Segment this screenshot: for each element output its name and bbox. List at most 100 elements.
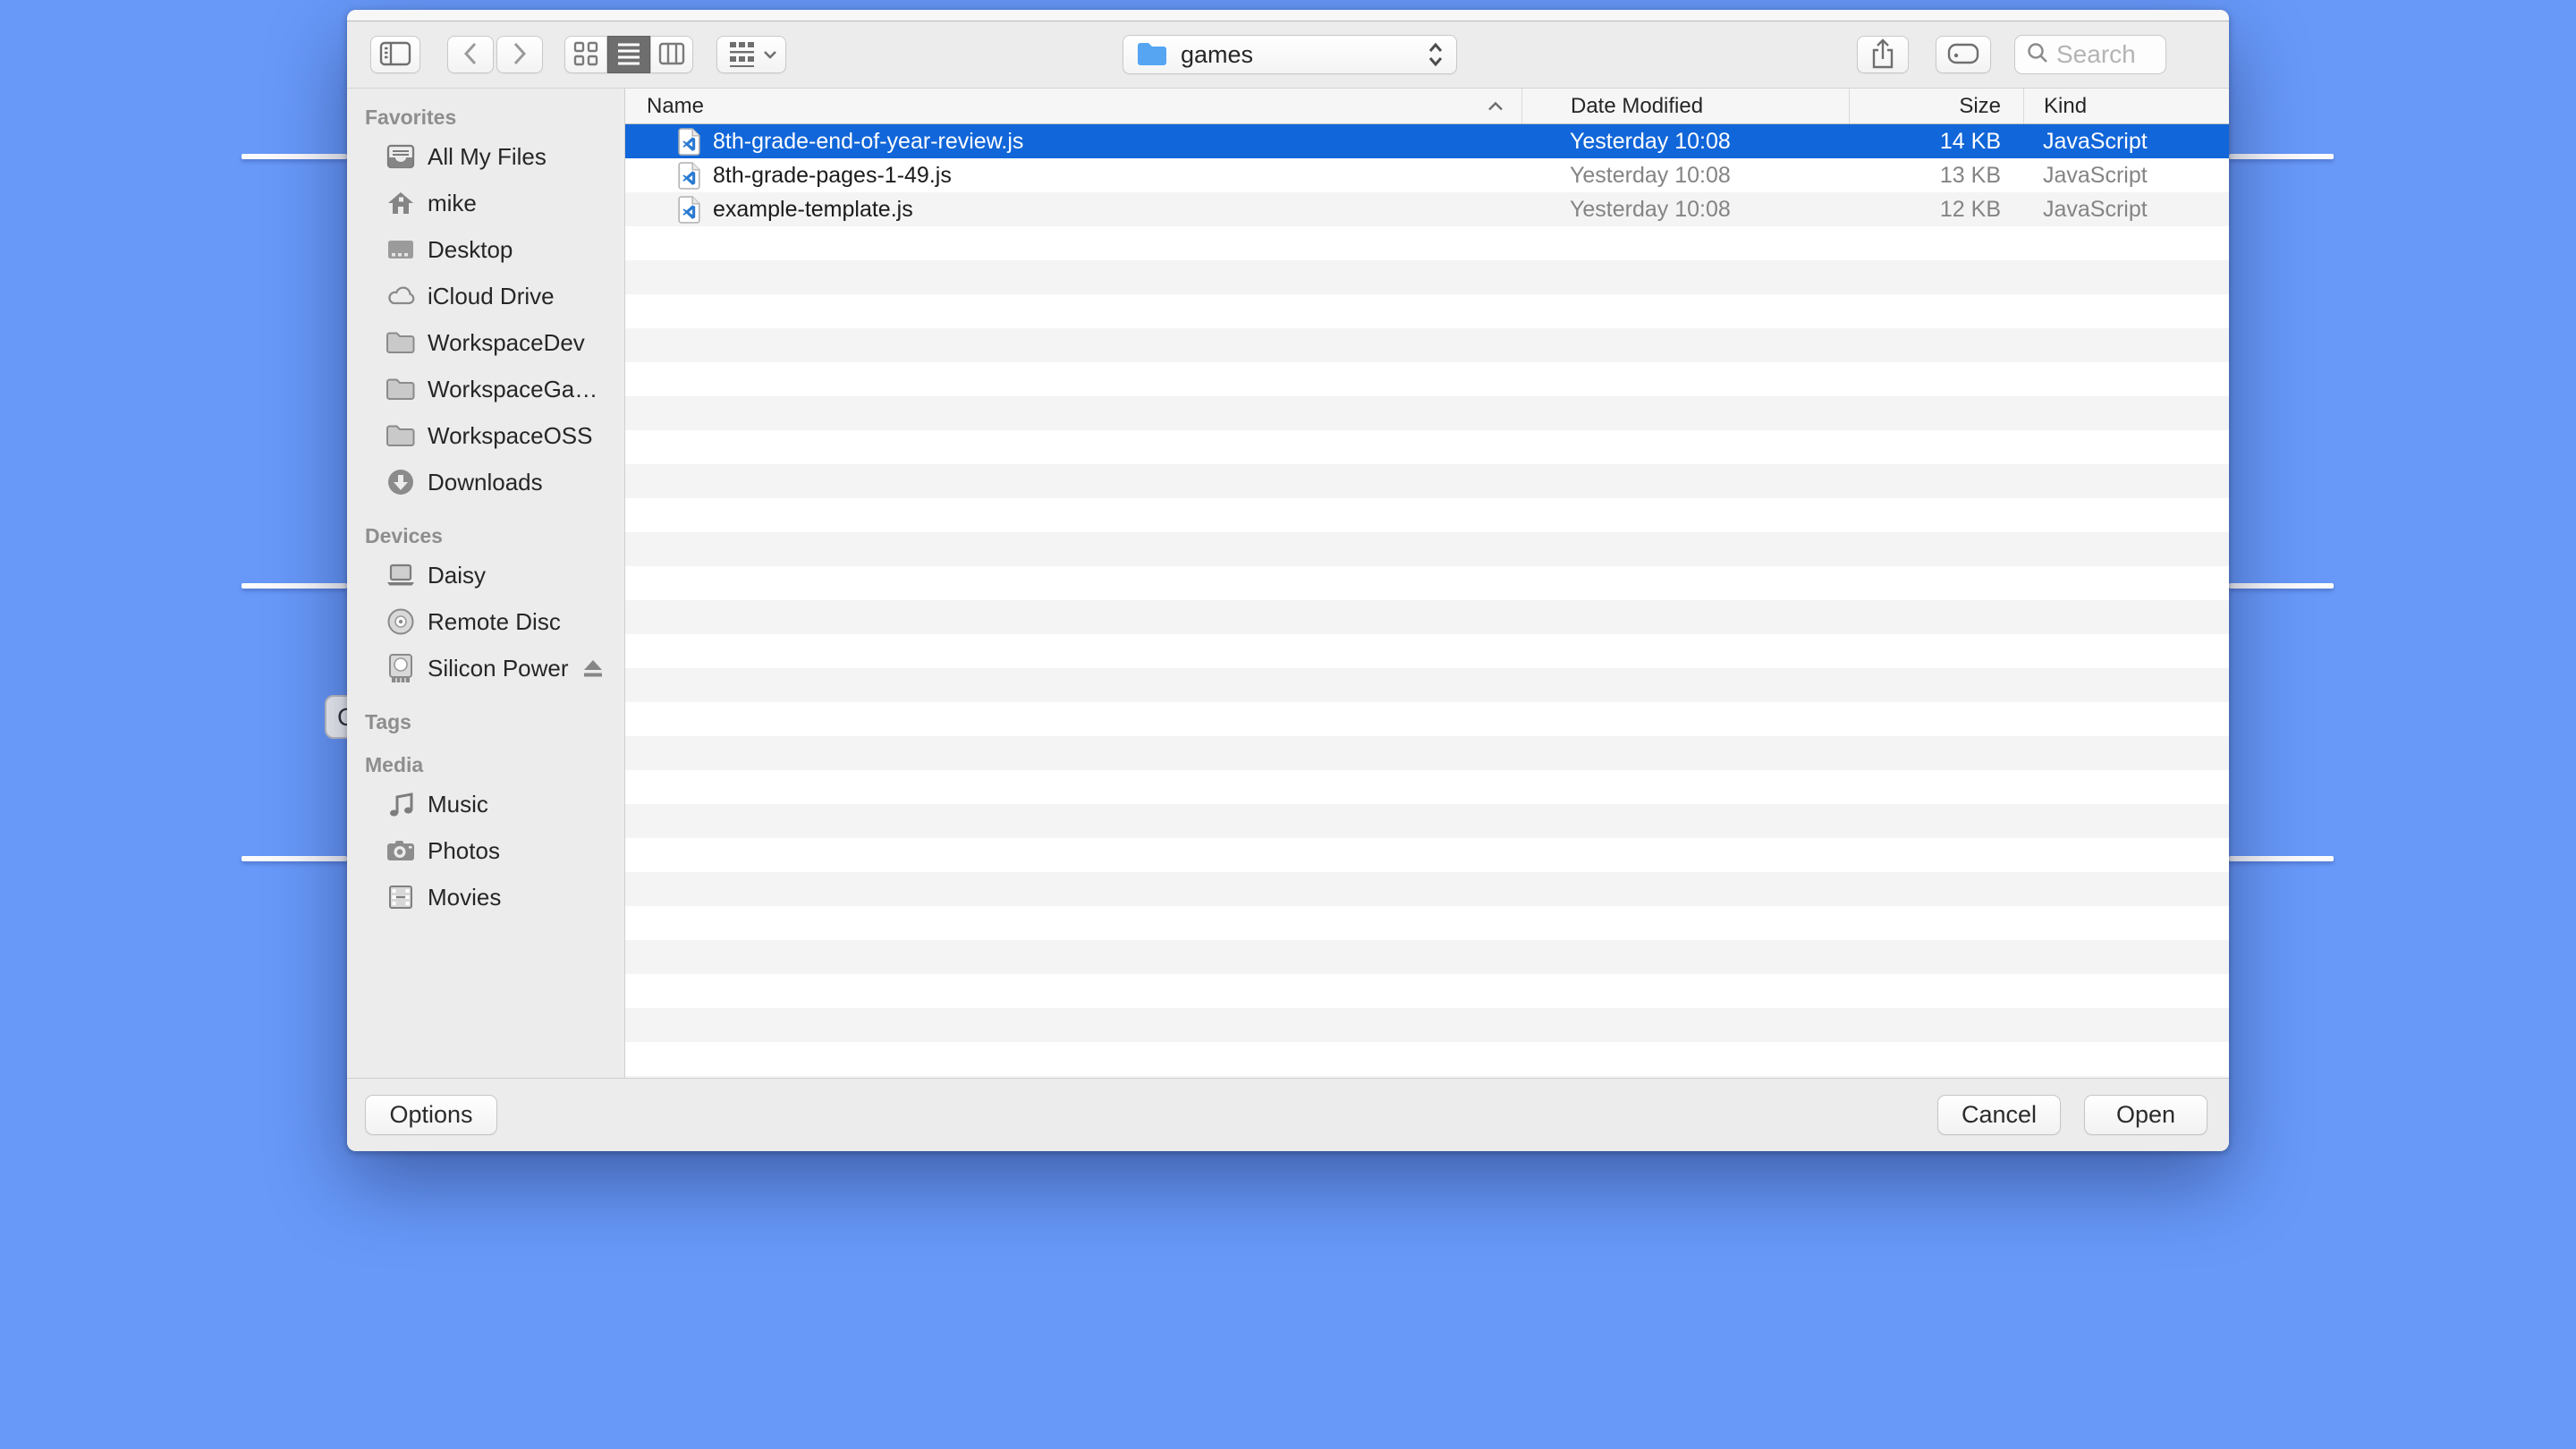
sidebar-item-remote-disc[interactable]: Remote Disc [347,598,624,645]
javascript-file-icon [677,195,701,225]
javascript-file-icon [677,127,701,157]
tag-icon [1947,43,1979,67]
grid-icon [573,41,598,69]
item-arrangement-icon [726,40,757,70]
dialog-titlebar [347,10,2229,21]
popup-chevrons-icon [1428,42,1444,67]
sidebar-item-workspacega[interactable]: WorkspaceGa… [347,366,624,412]
file-list: Name Date Modified Size Kind 8th-grade-e… [625,89,2229,1078]
tag-button[interactable] [1936,36,1991,73]
laptop-icon [385,559,417,591]
file-row[interactable]: 8th-grade-pages-1-49.js Yesterday 10:08 … [625,158,2229,192]
file-date: Yesterday 10:08 [1570,196,1731,222]
sidebar-item-icloud-drive[interactable]: iCloud Drive [347,273,624,319]
sidebar-item-photos[interactable]: Photos [347,827,624,874]
dialog-footer: Options Cancel Open [347,1078,2229,1151]
javascript-file-icon [677,161,701,191]
disc-icon [385,606,417,638]
desktop-line [2229,583,2334,589]
file-kind: JavaScript [2043,128,2148,154]
magnifier-icon [2026,41,2049,69]
sidebar-toggle-button[interactable] [370,36,420,73]
sidebar-item-label: WorkspaceOSS [428,421,593,449]
sidebar-item-home[interactable]: mike [347,180,624,226]
icon-view-button[interactable] [564,36,607,73]
desktop-line [242,583,347,589]
sidebar-item-label: Downloads [428,468,543,496]
external-drive-icon [385,652,417,684]
item-arrangement-button[interactable] [716,36,786,73]
sidebar-item-downloads[interactable]: Downloads [347,459,624,505]
dialog-content: Favorites All My Files mike Desktop iClo… [347,89,2229,1078]
download-circle-icon [385,466,417,498]
sidebar-item-all-my-files[interactable]: All My Files [347,133,624,180]
folder-icon [1136,40,1168,70]
sidebar-item-workspacedev[interactable]: WorkspaceDev [347,319,624,366]
options-button[interactable]: Options [365,1095,497,1135]
column-header-size[interactable]: Size [1849,89,2023,123]
chevron-down-icon [763,48,777,62]
sidebar-toggle-icon [379,41,411,69]
chevron-left-icon [462,40,479,70]
back-button[interactable] [447,36,494,73]
cancel-button[interactable]: Cancel [1937,1095,2061,1135]
file-size: 13 KB [1939,162,2001,188]
toolbar-right-group [1857,35,2166,74]
file-size: 12 KB [1939,196,2001,222]
sidebar-section-media: Media [365,753,424,776]
list-view-button[interactable] [607,36,650,73]
nav-buttons [447,36,543,73]
view-mode-segmented-control [564,36,693,73]
file-name: 8th-grade-pages-1-49.js [713,162,952,188]
sidebar-item-label: Desktop [428,235,513,263]
sidebar-item-workspaceoss[interactable]: WorkspaceOSS [347,412,624,459]
sidebar-item-silicon-power[interactable]: Silicon Power [347,645,624,691]
file-kind: JavaScript [2043,162,2148,188]
file-row[interactable]: 8th-grade-end-of-year-review.js Yesterda… [625,124,2229,158]
folder-icon [385,326,417,359]
sidebar: Favorites All My Files mike Desktop iClo… [347,89,625,1078]
eject-icon[interactable] [581,657,605,679]
search-input[interactable] [2056,40,2155,69]
open-file-dialog: games Search Favorites All My Files mike… [347,10,2229,1151]
sidebar-item-desktop[interactable]: Desktop [347,226,624,273]
sidebar-item-label: Silicon Power [428,654,569,682]
sidebar-item-music[interactable]: Music [347,781,624,827]
toolbar: games [347,21,2229,89]
sidebar-item-label: Photos [428,836,500,864]
file-date: Yesterday 10:08 [1570,162,1731,188]
sidebar-item-daisy[interactable]: Daisy [347,552,624,598]
desktop-line [242,856,347,861]
current-folder-label: games [1181,40,1254,68]
sidebar-item-movies[interactable]: Movies [347,874,624,920]
share-icon [1869,38,1896,72]
desktop-icon [385,233,417,266]
sort-ascending-icon [1487,101,1504,111]
desktop-line [242,154,347,159]
share-button[interactable] [1857,36,1909,73]
sidebar-item-label: Daisy [428,561,487,589]
sidebar-item-label: All My Files [428,142,547,170]
sidebar-section-favorites: Favorites [365,106,457,129]
folder-icon [385,419,417,452]
file-rows: 8th-grade-end-of-year-review.js Yesterda… [625,124,2229,1078]
sidebar-item-label: WorkspaceGa… [428,375,598,402]
forward-button[interactable] [496,36,543,73]
open-button[interactable]: Open [2084,1095,2207,1135]
column-header-name[interactable]: Name [625,89,1521,123]
sidebar-item-label: Music [428,790,488,818]
column-header-kind[interactable]: Kind [2023,89,2229,123]
columns-icon [658,42,685,68]
column-header-date-modified[interactable]: Date Modified [1521,89,1849,123]
search-field[interactable] [2014,35,2166,74]
file-date: Yesterday 10:08 [1570,128,1731,154]
list-icon [616,42,641,68]
sidebar-section-devices: Devices [365,524,443,547]
sidebar-item-label: Remote Disc [428,607,561,635]
file-row[interactable]: example-template.js Yesterday 10:08 12 K… [625,192,2229,226]
column-view-button[interactable] [650,36,693,73]
sidebar-section-tags: Tags [365,710,411,733]
home-icon [385,187,417,219]
current-folder-popup[interactable]: games [1123,35,1457,74]
desktop-line [2229,856,2334,861]
